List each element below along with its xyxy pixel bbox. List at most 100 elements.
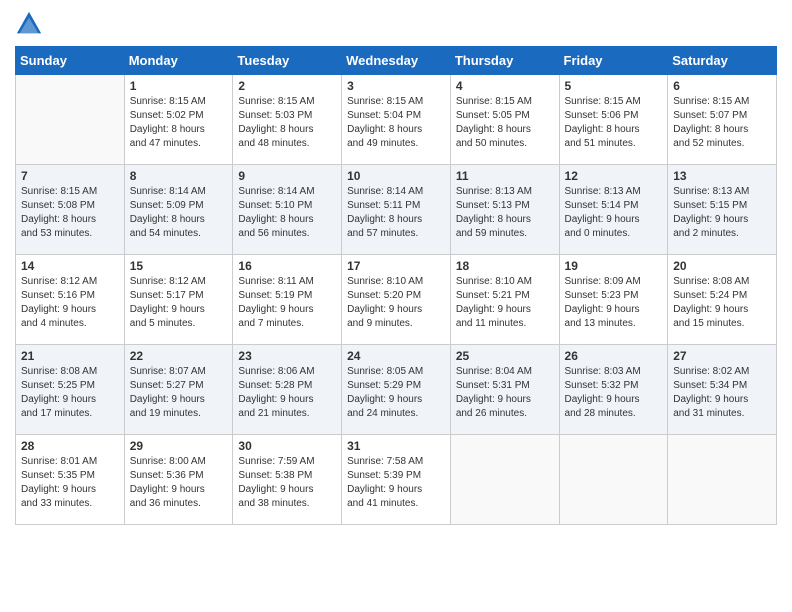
day-number: 17 [347, 259, 445, 273]
calendar-cell: 10 Sunrise: 8:14 AMSunset: 5:11 PMDayligh… [342, 165, 451, 255]
day-info: Sunrise: 8:08 AMSunset: 5:24 PMDaylight:… [673, 275, 771, 331]
day-info: Sunrise: 8:10 AMSunset: 5:21 PMDaylight:… [456, 275, 554, 331]
day-info: Sunrise: 8:14 AMSunset: 5:11 PMDaylight:… [347, 185, 445, 241]
calendar-cell: 25Sunrise: 8:04 AMSunset: 5:31 PMDayligh… [450, 345, 559, 435]
day-number: 24 [347, 349, 445, 363]
day-number: 1 [130, 79, 228, 93]
header-day-saturday: Saturday [668, 47, 777, 75]
day-number: 4 [456, 79, 554, 93]
day-number: 8 [130, 169, 228, 183]
calendar-cell: 30 Sunrise: 7:59 AMSunset: 5:38 PMDayligh… [233, 435, 342, 525]
week-row-3: 14 Sunrise: 8:12 AMSunset: 5:16 PMDayligh… [16, 255, 777, 345]
day-number: 22 [130, 349, 228, 363]
day-number: 11 [456, 169, 554, 183]
day-number: 6 [673, 79, 771, 93]
day-info: Sunrise: 8:11 AMSunset: 5:19 PMDaylight:… [238, 275, 336, 331]
day-info: Sunrise: 8:15 AMSunset: 5:02 PMDaylight:… [130, 95, 228, 151]
header-day-sunday: Sunday [16, 47, 125, 75]
day-number: 31 [347, 439, 445, 453]
day-number: 10 [347, 169, 445, 183]
day-number: 28 [21, 439, 119, 453]
day-info: Sunrise: 8:06 AMSunset: 5:28 PMDaylight:… [238, 365, 336, 421]
day-number: 7 [21, 169, 119, 183]
day-info: Sunrise: 8:01 AMSunset: 5:35 PMDaylight:… [21, 455, 119, 511]
day-info: Sunrise: 8:13 AMSunset: 5:13 PMDaylight:… [456, 185, 554, 241]
logo [15, 10, 47, 38]
day-info: Sunrise: 8:00 AMSunset: 5:36 PMDaylight:… [130, 455, 228, 511]
calendar-cell: 12 Sunrise: 8:13 AMSunset: 5:14 PMDayligh… [559, 165, 668, 255]
day-info: Sunrise: 8:14 AMSunset: 5:10 PMDaylight:… [238, 185, 336, 241]
day-number: 14 [21, 259, 119, 273]
day-number: 5 [565, 79, 663, 93]
day-info: Sunrise: 8:15 AMSunset: 5:08 PMDaylight:… [21, 185, 119, 241]
day-info: Sunrise: 8:15 AMSunset: 5:06 PMDaylight:… [565, 95, 663, 151]
calendar-cell: 18 Sunrise: 8:10 AMSunset: 5:21 PMDayligh… [450, 255, 559, 345]
day-number: 25 [456, 349, 554, 363]
calendar-cell: 9 Sunrise: 8:14 AMSunset: 5:10 PMDaylight… [233, 165, 342, 255]
calendar-cell: 16 Sunrise: 8:11 AMSunset: 5:19 PMDayligh… [233, 255, 342, 345]
week-row-2: 7 Sunrise: 8:15 AMSunset: 5:08 PMDaylight… [16, 165, 777, 255]
calendar-cell [16, 75, 125, 165]
day-info: Sunrise: 8:14 AMSunset: 5:09 PMDaylight:… [130, 185, 228, 241]
day-info: Sunrise: 8:08 AMSunset: 5:25 PMDaylight:… [21, 365, 119, 421]
day-number: 19 [565, 259, 663, 273]
day-info: Sunrise: 7:58 AMSunset: 5:39 PMDaylight:… [347, 455, 445, 511]
day-number: 9 [238, 169, 336, 183]
calendar-cell: 23 Sunrise: 8:06 AMSunset: 5:28 PMDayligh… [233, 345, 342, 435]
day-info: Sunrise: 8:15 AMSunset: 5:07 PMDaylight:… [673, 95, 771, 151]
header-day-thursday: Thursday [450, 47, 559, 75]
day-number: 3 [347, 79, 445, 93]
day-number: 23 [238, 349, 336, 363]
calendar-cell: 7 Sunrise: 8:15 AMSunset: 5:08 PMDaylight… [16, 165, 125, 255]
calendar-cell: 3Sunrise: 8:15 AMSunset: 5:04 PMDaylight… [342, 75, 451, 165]
calendar-cell: 5 Sunrise: 8:15 AMSunset: 5:06 PMDaylight… [559, 75, 668, 165]
day-number: 27 [673, 349, 771, 363]
calendar-cell: 22Sunrise: 8:07 AMSunset: 5:27 PMDayligh… [124, 345, 233, 435]
calendar-cell: 15Sunrise: 8:12 AMSunset: 5:17 PMDayligh… [124, 255, 233, 345]
day-number: 18 [456, 259, 554, 273]
day-info: Sunrise: 8:03 AMSunset: 5:32 PMDaylight:… [565, 365, 663, 421]
day-info: Sunrise: 8:12 AMSunset: 5:16 PMDaylight:… [21, 275, 119, 331]
day-number: 2 [238, 79, 336, 93]
day-info: Sunrise: 8:02 AMSunset: 5:34 PMDaylight:… [673, 365, 771, 421]
day-number: 13 [673, 169, 771, 183]
header-day-tuesday: Tuesday [233, 47, 342, 75]
day-info: Sunrise: 8:12 AMSunset: 5:17 PMDaylight:… [130, 275, 228, 331]
calendar-cell [450, 435, 559, 525]
calendar-header: SundayMondayTuesdayWednesdayThursdayFrid… [16, 47, 777, 75]
calendar-cell [559, 435, 668, 525]
day-number: 16 [238, 259, 336, 273]
day-info: Sunrise: 8:13 AMSunset: 5:15 PMDaylight:… [673, 185, 771, 241]
calendar-cell: 19Sunrise: 8:09 AMSunset: 5:23 PMDayligh… [559, 255, 668, 345]
calendar-cell: 20 Sunrise: 8:08 AMSunset: 5:24 PMDayligh… [668, 255, 777, 345]
calendar-cell: 28 Sunrise: 8:01 AMSunset: 5:35 PMDayligh… [16, 435, 125, 525]
day-number: 12 [565, 169, 663, 183]
calendar-cell: 2 Sunrise: 8:15 AMSunset: 5:03 PMDaylight… [233, 75, 342, 165]
week-row-1: 1 Sunrise: 8:15 AMSunset: 5:02 PMDaylight… [16, 75, 777, 165]
calendar-cell: 14 Sunrise: 8:12 AMSunset: 5:16 PMDayligh… [16, 255, 125, 345]
week-row-5: 28 Sunrise: 8:01 AMSunset: 5:35 PMDayligh… [16, 435, 777, 525]
day-info: Sunrise: 8:13 AMSunset: 5:14 PMDaylight:… [565, 185, 663, 241]
calendar-cell: 29Sunrise: 8:00 AMSunset: 5:36 PMDayligh… [124, 435, 233, 525]
calendar-cell: 26 Sunrise: 8:03 AMSunset: 5:32 PMDayligh… [559, 345, 668, 435]
calendar-cell: 31 Sunrise: 7:58 AMSunset: 5:39 PMDayligh… [342, 435, 451, 525]
header-day-monday: Monday [124, 47, 233, 75]
day-number: 30 [238, 439, 336, 453]
page-header [15, 10, 777, 38]
calendar-cell: 27 Sunrise: 8:02 AMSunset: 5:34 PMDayligh… [668, 345, 777, 435]
calendar-cell: 11 Sunrise: 8:13 AMSunset: 5:13 PMDayligh… [450, 165, 559, 255]
header-day-friday: Friday [559, 47, 668, 75]
calendar-table: SundayMondayTuesdayWednesdayThursdayFrid… [15, 46, 777, 525]
calendar-cell: 8 Sunrise: 8:14 AMSunset: 5:09 PMDaylight… [124, 165, 233, 255]
week-row-4: 21Sunrise: 8:08 AMSunset: 5:25 PMDayligh… [16, 345, 777, 435]
calendar-cell: 13 Sunrise: 8:13 AMSunset: 5:15 PMDayligh… [668, 165, 777, 255]
day-number: 26 [565, 349, 663, 363]
calendar-cell: 6 Sunrise: 8:15 AMSunset: 5:07 PMDaylight… [668, 75, 777, 165]
header-day-wednesday: Wednesday [342, 47, 451, 75]
day-info: Sunrise: 8:10 AMSunset: 5:20 PMDaylight:… [347, 275, 445, 331]
day-info: Sunrise: 8:15 AMSunset: 5:03 PMDaylight:… [238, 95, 336, 151]
calendar-body: 1 Sunrise: 8:15 AMSunset: 5:02 PMDaylight… [16, 75, 777, 525]
day-info: Sunrise: 7:59 AMSunset: 5:38 PMDaylight:… [238, 455, 336, 511]
day-number: 20 [673, 259, 771, 273]
calendar-cell: 17 Sunrise: 8:10 AMSunset: 5:20 PMDayligh… [342, 255, 451, 345]
